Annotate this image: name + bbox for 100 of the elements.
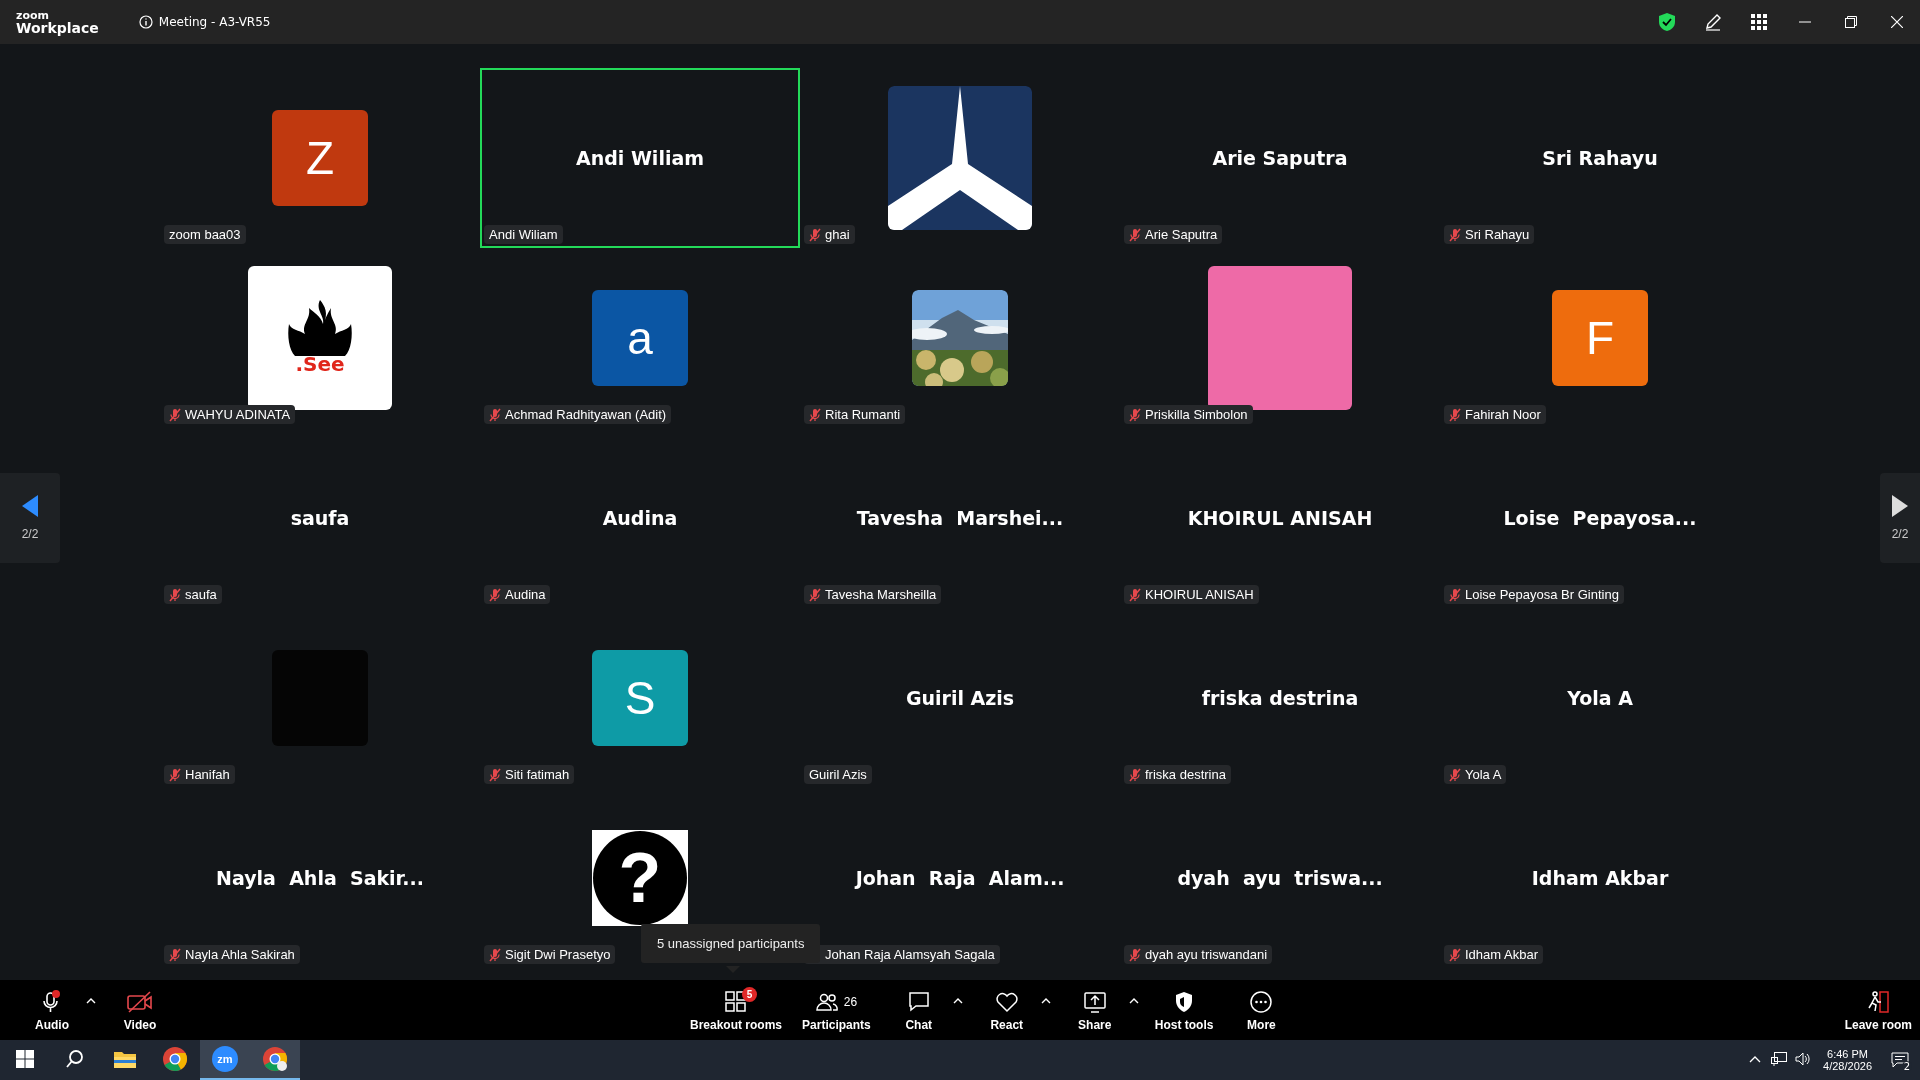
participant-name: Johan Raja Alamsyah Sagala	[825, 947, 995, 962]
avatar: S	[592, 650, 688, 746]
count-badge: 5	[742, 986, 757, 1002]
muted-mic-icon	[489, 587, 501, 602]
muted-mic-icon	[1129, 407, 1141, 422]
participant-name: WAHYU ADINATA	[185, 407, 291, 422]
participant-display-name: Nayla Ahla Sakir...	[216, 867, 424, 889]
host-button[interactable]: Host tools	[1146, 984, 1222, 1036]
participant-name: Guiril Azis	[809, 767, 867, 782]
folder-icon[interactable]	[113, 1049, 137, 1069]
video-button[interactable]: Video	[104, 984, 176, 1036]
participant-name: dyah ayu triswandani	[1145, 947, 1268, 962]
avatar: F	[1552, 290, 1648, 386]
share-screen-icon	[1082, 990, 1107, 1013]
caret-icon[interactable]	[1128, 998, 1139, 1004]
participant-name: Yola A	[1465, 767, 1502, 782]
participant-name: Rita Rumanti	[825, 407, 901, 422]
leave-room-button[interactable]: Leave room	[1836, 984, 1920, 1036]
participant-name: Andi Wiliam	[489, 227, 558, 242]
breakout-button[interactable]: 5 Breakout rooms	[682, 984, 791, 1036]
participant-display-name: Yola A	[1567, 687, 1633, 709]
muted-mic-icon	[1449, 227, 1461, 242]
clock-time[interactable]: 6:46 PM	[1827, 1048, 1868, 1060]
muted-mic-icon	[489, 767, 501, 782]
muted-mic-icon	[169, 947, 181, 962]
pencil-icon[interactable]	[1704, 13, 1722, 31]
previous-page-button[interactable]: 2/2	[0, 473, 60, 563]
participant-name: Nayla Ahla Sakirah	[185, 947, 295, 962]
participant-display-name: KHOIRUL ANISAH	[1187, 507, 1373, 529]
participant-name: Audina	[505, 587, 546, 602]
muted-mic-icon	[1129, 947, 1141, 962]
flame-icon	[285, 300, 355, 358]
avatar: Z	[272, 110, 368, 206]
left-arrow-icon	[22, 495, 38, 517]
participant-name: Fahirah Noor	[1465, 407, 1541, 422]
muted-mic-icon	[1129, 767, 1141, 782]
participants-icon	[815, 991, 838, 1012]
info-icon[interactable]	[138, 15, 153, 29]
network-icon[interactable]	[1771, 1052, 1788, 1066]
search-icon[interactable]	[65, 1049, 85, 1069]
browser-icon[interactable]	[262, 1046, 288, 1072]
muted-mic-icon	[1449, 587, 1461, 602]
participant-name: Achmad Radhityawan (Adit)	[505, 407, 667, 422]
muted-mic-icon	[1449, 767, 1461, 782]
next-page-button[interactable]: 2/2	[1880, 473, 1920, 563]
clock-date[interactable]: 4/28/2026	[1823, 1060, 1872, 1072]
chat-button[interactable]: Chat	[882, 984, 955, 1036]
heart-icon	[994, 990, 1019, 1013]
participant-display-name: friska destrina	[1201, 687, 1359, 709]
participant-display-name: saufa	[290, 507, 350, 529]
muted-mic-icon	[489, 947, 501, 962]
notification-count: 2	[1901, 1061, 1912, 1072]
participant-name: Priskilla Simbolon	[1145, 407, 1248, 422]
app-logo-text: zoom	[16, 9, 50, 21]
chat-icon	[906, 990, 931, 1013]
muted-mic-icon	[169, 767, 181, 782]
participant-display-name: Andi Wiliam	[575, 147, 705, 169]
more-button[interactable]: More	[1225, 984, 1298, 1036]
participant-display-name: Arie Saputra	[1212, 147, 1348, 169]
participant-display-name: Audina	[602, 507, 678, 529]
close-icon[interactable]	[1891, 16, 1903, 28]
message-icon	[1891, 1052, 1909, 1068]
restore-icon[interactable]	[1845, 16, 1857, 28]
apps-grid-icon[interactable]	[1751, 14, 1767, 30]
windows-start-icon[interactable]	[16, 1050, 34, 1068]
more-icon	[1249, 989, 1274, 1014]
participant-name: saufa	[185, 587, 217, 602]
browser-icon[interactable]	[162, 1046, 188, 1072]
logo-text: .See	[295, 352, 345, 376]
chevron-up-icon[interactable]	[1749, 1055, 1762, 1063]
muted-mic-icon	[809, 587, 821, 602]
caret-icon[interactable]	[86, 998, 96, 1004]
participant-name: Hanifah	[185, 767, 230, 782]
participant-name: Siti fatimah	[505, 767, 570, 782]
participant-display-name: Loise Pepayosa...	[1503, 507, 1697, 529]
microphone-icon	[41, 989, 63, 1014]
caret-icon[interactable]	[1040, 998, 1051, 1004]
question-mark: ?	[593, 831, 687, 925]
participants-button[interactable]: 26 Participants	[794, 984, 879, 1036]
share-button[interactable]: Share	[1058, 984, 1131, 1036]
taskbar-app-button[interactable]	[250, 1040, 300, 1080]
participant-name: friska destrina	[1145, 767, 1226, 782]
participant-name: Sri Rahayu	[1465, 227, 1530, 242]
shield-icon	[1174, 990, 1195, 1013]
participant-name: Loise Pepayosa Br Ginting	[1465, 587, 1619, 602]
muted-mic-icon	[489, 407, 501, 422]
participant-display-name: Sri Rahayu	[1542, 147, 1658, 169]
participant-display-name: Guiril Azis	[905, 687, 1015, 709]
shield-check-icon[interactable]	[1658, 12, 1676, 32]
app-name: Workplace	[16, 20, 99, 35]
audio-button[interactable]: Audio	[16, 984, 88, 1036]
react-button[interactable]: React	[970, 984, 1043, 1036]
tooltip: 5 unassigned participants	[641, 924, 821, 963]
participant-display-name: Tavesha Marshei...	[856, 507, 1064, 529]
volume-icon[interactable]	[1795, 1052, 1812, 1066]
exit-door-icon	[1866, 989, 1891, 1014]
participant-name: Idham Akbar	[1465, 947, 1538, 962]
participant-name: zoom baa03	[169, 227, 241, 242]
meeting-title: Meeting - A3-VR55	[158, 15, 271, 29]
caret-icon[interactable]	[952, 998, 963, 1004]
